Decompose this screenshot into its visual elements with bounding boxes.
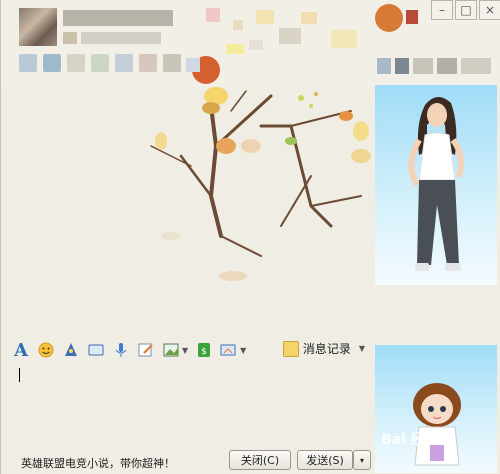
image-icon[interactable] [161,340,181,360]
message-history-label: 消息记录 [302,342,351,356]
close-window-button[interactable]: × [479,0,500,20]
send-options-button[interactable]: ▾ [353,450,371,470]
chibi-character-illustration [413,383,461,466]
emoji-icon[interactable] [36,340,56,360]
ad-link[interactable]: 英雄联盟电竞小说，带你超神！ [21,455,175,471]
window-controls: – □ × [429,0,500,22]
screenshot-icon[interactable] [219,340,239,360]
chat-window: – □ × A ▼ $ ▼ 消息记录 ▼ Bai 经验 英雄联盟电竞小说，带你超… [0,0,500,474]
svg-text:$: $ [201,347,207,357]
red-packet-icon[interactable]: $ [194,340,214,360]
my-show-avatar[interactable]: Bai 经验 [375,345,497,473]
footer-bar: 英雄联盟电竞小说，带你超神！ 关闭(C) 发送(S) ▾ [11,446,373,474]
close-button[interactable]: 关闭(C) [229,450,291,470]
input-toolbar: A ▼ $ ▼ 消息记录 ▼ [11,338,373,362]
window-shake-icon[interactable] [86,340,106,360]
menu-icon[interactable] [413,58,433,74]
profile-icon[interactable] [377,58,391,74]
more-icon[interactable] [163,54,181,72]
top-right-toolbar [377,58,491,74]
image-dropdown-icon[interactable]: ▼ [182,346,188,355]
font-icon[interactable]: A [11,340,31,361]
top-toolbar [19,54,181,78]
app-icon[interactable] [115,54,133,72]
message-history-button[interactable]: 消息记录 ▼ [282,340,365,357]
voice-call-icon[interactable] [43,54,61,72]
history-dropdown-icon[interactable]: ▼ [359,344,365,353]
settings-icon[interactable] [395,58,409,74]
contact-show-avatar[interactable] [375,85,497,285]
maximize-button[interactable]: □ [455,0,477,20]
baidu-watermark: Bai 经验 [381,432,439,448]
share-icon[interactable] [67,54,85,72]
voice-message-icon[interactable] [111,340,131,360]
chat-header: – □ × [1,0,500,86]
doodle-icon[interactable] [136,340,156,360]
minimize-button[interactable]: – [431,0,453,20]
expand-icon[interactable] [437,58,457,74]
group-icon[interactable] [139,54,157,72]
girl-character-illustration [408,96,464,271]
history-icon [282,340,299,357]
message-input[interactable] [11,362,373,442]
tree-background-illustration [150,87,371,281]
text-caret [19,368,20,382]
message-history[interactable] [11,86,373,336]
file-icon[interactable] [91,54,109,72]
video-call-icon[interactable] [19,54,37,72]
extra-icon[interactable] [461,58,491,74]
magic-expression-icon[interactable] [61,340,81,360]
screenshot-dropdown-icon[interactable]: ▼ [240,346,246,355]
send-button[interactable]: 发送(S) [297,450,353,470]
